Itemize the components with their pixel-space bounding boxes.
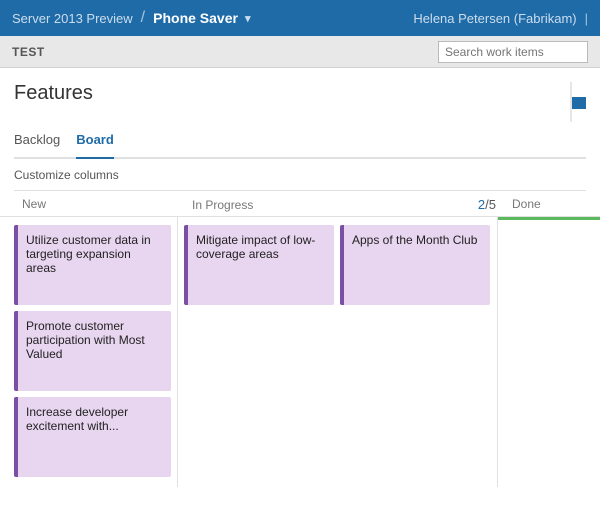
features-header: Features	[14, 82, 586, 122]
topbar-right: Helena Petersen (Fabrikam) |	[413, 11, 588, 26]
card-new-1[interactable]: Utilize customer data in targeting expan…	[14, 225, 171, 305]
inprogress-label: In Progress	[192, 198, 253, 212]
topbar-left: Server 2013 Preview / Phone Saver ▾	[12, 9, 250, 27]
customize-columns-button[interactable]: Customize columns	[14, 168, 119, 182]
card-new-3[interactable]: Increase developer excitement with...	[14, 397, 171, 477]
tab-backlog[interactable]: Backlog	[14, 132, 60, 151]
board-columns: Utilize customer data in targeting expan…	[0, 217, 600, 487]
inprogress-sub-col-1: Mitigate impact of low-coverage areas	[184, 225, 334, 479]
main-content: Features Backlog Board Customize columns…	[0, 68, 600, 515]
card-inprogress-2[interactable]: Apps of the Month Club	[340, 225, 490, 305]
column-inprogress: Mitigate impact of low-coverage areas Ap…	[178, 217, 498, 487]
column-header-new: New	[14, 197, 184, 212]
customize-row: Customize columns	[14, 159, 586, 191]
tabs-container: Backlog Board	[14, 132, 586, 159]
topbar-pipe: |	[585, 11, 588, 26]
project-dropdown-chevron[interactable]: ▾	[245, 12, 251, 25]
column-header-done: Done	[504, 197, 600, 212]
sub-navigation: TEST	[0, 36, 600, 68]
columns-header: New In Progress 2 /5 Done	[0, 191, 600, 217]
subnav-test-label: TEST	[12, 45, 45, 59]
inprogress-max-count: /5	[485, 197, 496, 212]
user-label[interactable]: Helena Petersen (Fabrikam)	[413, 11, 576, 26]
page-title: Features	[14, 82, 93, 105]
top-navigation-bar: Server 2013 Preview / Phone Saver ▾ Hele…	[0, 0, 600, 36]
features-panel: Features Backlog Board Customize columns	[0, 68, 600, 191]
board-container: New In Progress 2 /5 Done Utilize custom…	[0, 191, 600, 487]
breadcrumb-separator: /	[141, 9, 145, 27]
project-name-text: Phone Saver	[153, 10, 238, 26]
column-new: Utilize customer data in targeting expan…	[8, 217, 178, 487]
project-name[interactable]: Phone Saver ▾	[153, 10, 250, 26]
inprogress-sub-col-2: Apps of the Month Club	[340, 225, 490, 479]
card-new-2[interactable]: Promote customer participation with Most…	[14, 311, 171, 391]
features-chart	[506, 82, 586, 122]
server-label[interactable]: Server 2013 Preview	[12, 11, 133, 26]
column-done	[498, 217, 600, 487]
card-inprogress-1[interactable]: Mitigate impact of low-coverage areas	[184, 225, 334, 305]
inprogress-current-count: 2	[478, 197, 485, 212]
inprogress-count-wrap: 2 /5	[478, 197, 496, 212]
column-header-inprogress: In Progress 2 /5	[184, 197, 504, 212]
tab-board[interactable]: Board	[76, 132, 114, 159]
search-input[interactable]	[438, 41, 588, 63]
